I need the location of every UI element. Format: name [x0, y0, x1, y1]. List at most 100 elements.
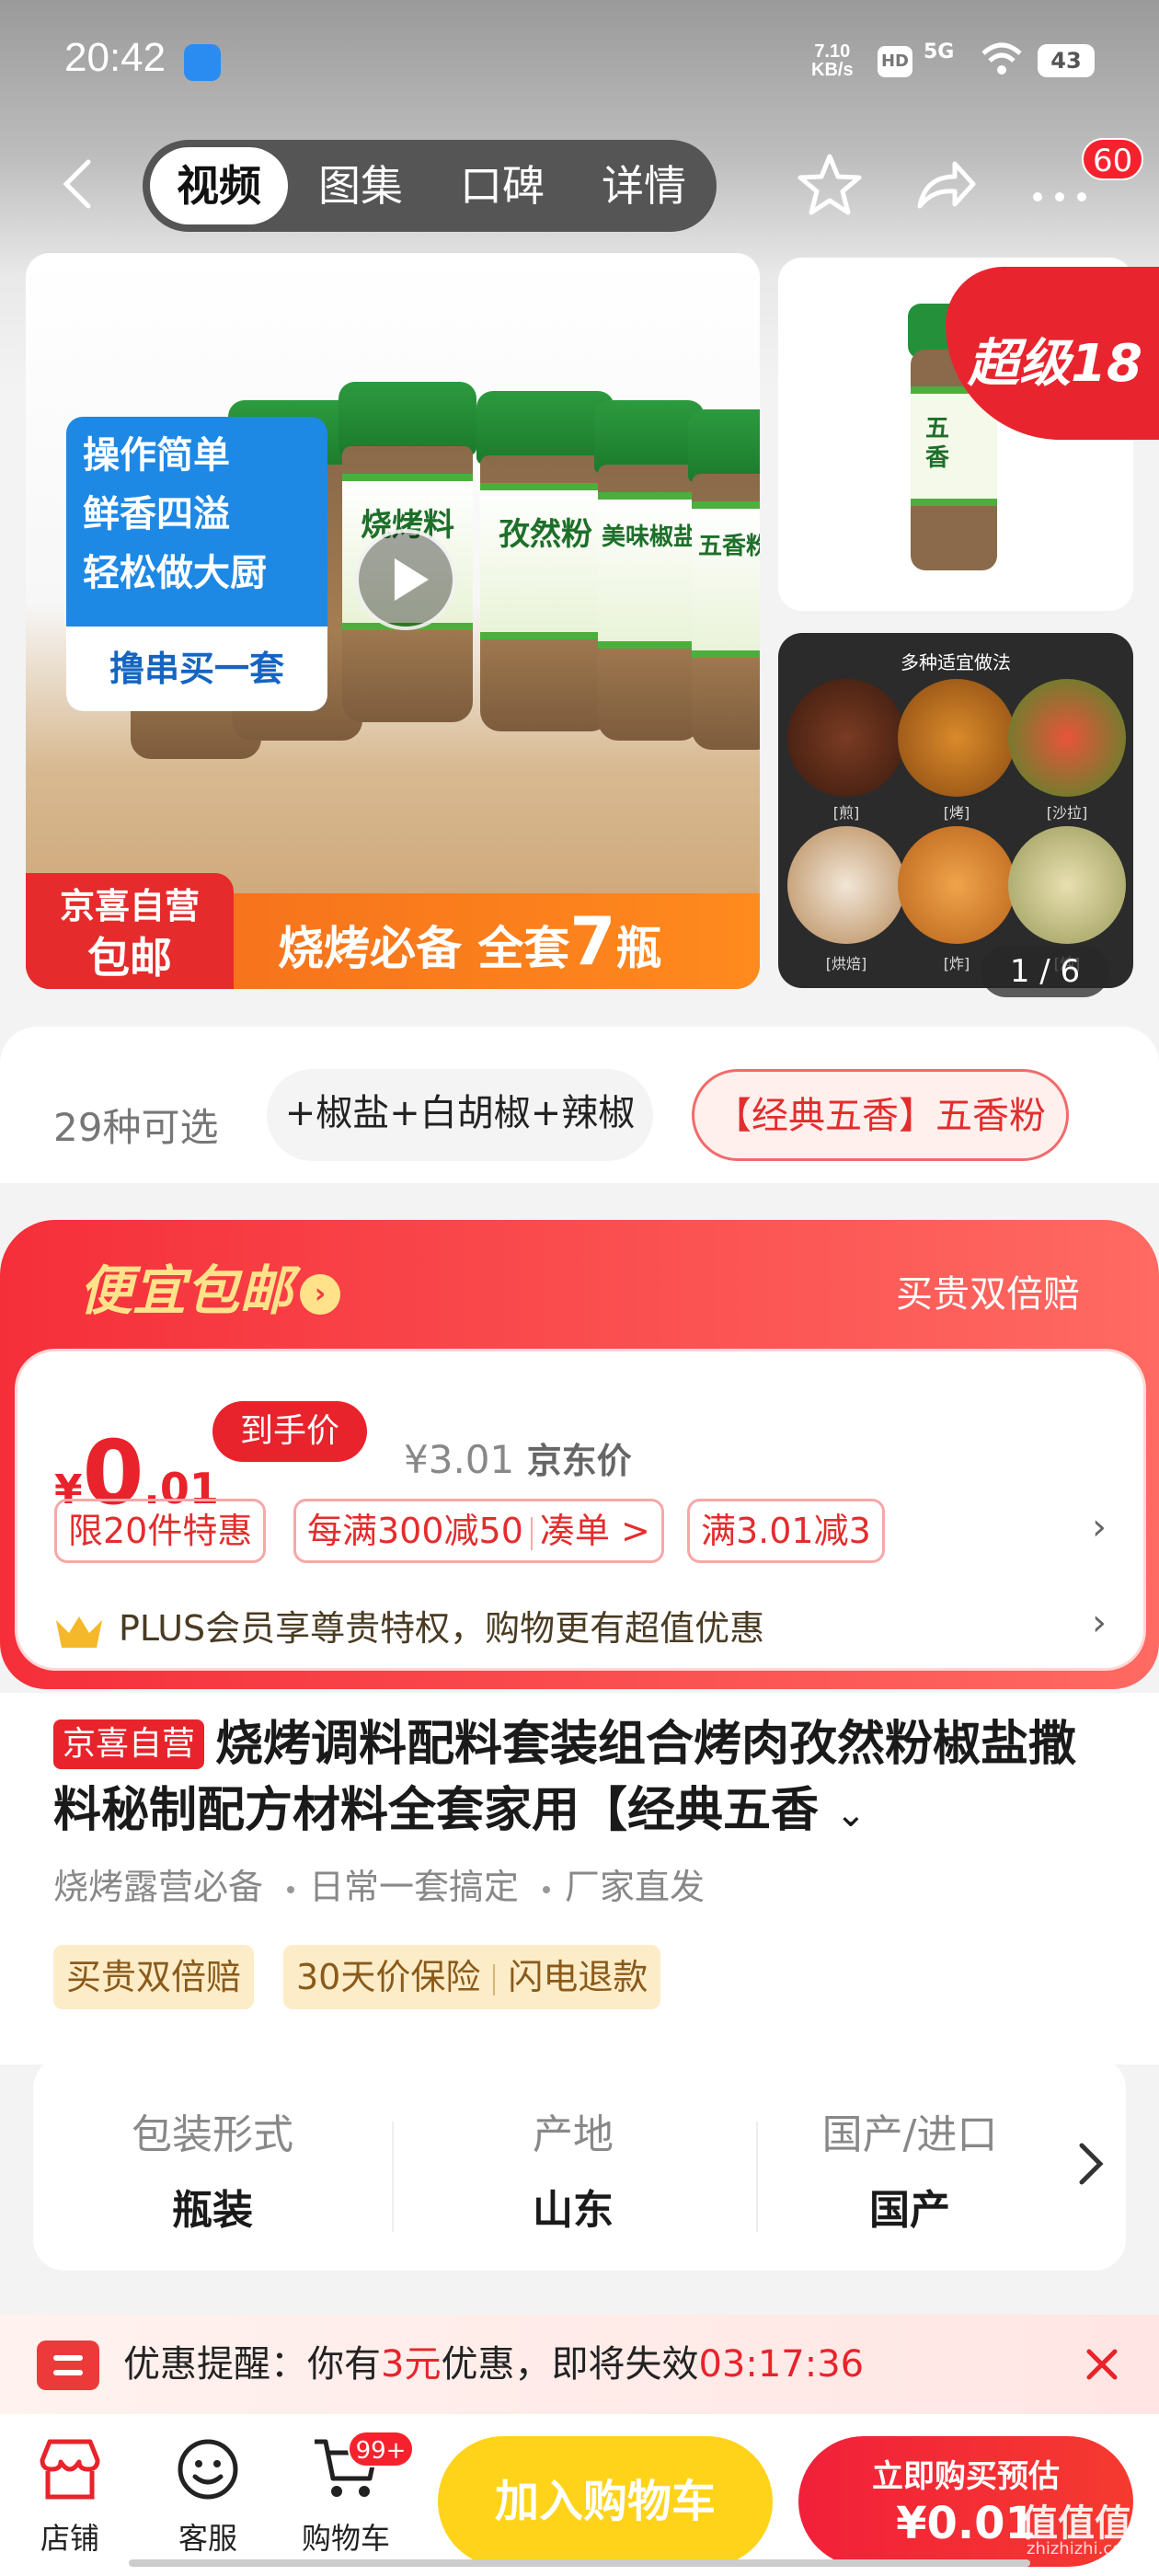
tag-line1: 京喜自营 [59, 886, 200, 926]
customer-service-button[interactable]: 客服 [143, 2432, 272, 2570]
service-tag[interactable]: 买贵双倍赔 [53, 1945, 255, 2009]
jd-price-value: ¥3.01 [404, 1437, 515, 1482]
service-label: 客服 [178, 2521, 237, 2556]
crown-icon [56, 1616, 102, 1648]
spec-key: 国产/进口 [821, 2111, 998, 2158]
dish-image [787, 679, 905, 797]
cart-label: 购物车 [301, 2521, 390, 2556]
product-title-text: 烧烤调料配料套装组合烤肉孜然粉椒盐撒料秘制配方材料全套家用【经典五香 [53, 1717, 1077, 1838]
method-label: [沙拉] [1046, 804, 1088, 822]
promo-tag[interactable]: 限20件特惠 [54, 1499, 267, 1563]
method-label: [煎] [832, 804, 860, 822]
cheap-free-shipping-headline[interactable]: 便宜包邮 › [79, 1248, 341, 1325]
counter-total: 6 [1060, 953, 1081, 990]
tab-video[interactable]: 视频 [150, 147, 288, 224]
dish-image [1008, 826, 1126, 944]
main-product-video[interactable]: 烧烤料 孜然粉 美味椒盐 五香粉 操作简单 鲜香四溢 轻松做大厨 撸串买一套 京… [26, 253, 760, 989]
dish-image [898, 679, 1016, 797]
promo-tag-text: 每满300减50 [307, 1511, 523, 1551]
methods-title: 多种适宜做法 [901, 651, 1011, 673]
spec-value: 国产 [869, 2187, 950, 2234]
add-to-cart-button[interactable]: 加入购物车 [438, 2436, 773, 2567]
reminder-prefix: 优惠提醒：你有 [123, 2343, 381, 2386]
reminder-text: 优惠提醒：你有3元优惠，即将失效03:17:36 [123, 2315, 864, 2414]
promo-tag[interactable]: 满3.01减3 [687, 1499, 885, 1563]
promo-line: 鲜香四溢 [83, 493, 230, 535]
spec-key: 包装形式 [132, 2111, 293, 2158]
store-button[interactable]: 店铺 [6, 2432, 134, 2570]
dish-image [787, 826, 905, 944]
jd-price-label: 京东价 [526, 1441, 632, 1481]
jingxi-tag: 京喜自营 [53, 1719, 205, 1769]
play-icon[interactable] [355, 529, 456, 630]
add-on-link[interactable]: 凑单 > [540, 1511, 650, 1551]
plus-member-row[interactable]: PLUS会员享尊贵特权，购物更有超值优惠 [54, 1600, 764, 1650]
tag-line2: 包邮 [87, 933, 172, 983]
network-speed: 7.10 KB/s [811, 42, 854, 79]
jar-label: 五香 [925, 415, 950, 472]
reminder-amount: 3元 [381, 2343, 442, 2386]
guarantee-text: 买贵双倍赔 [896, 1273, 1080, 1316]
promo-box: 操作简单 鲜香四溢 轻松做大厨 撸串买一套 [66, 417, 327, 711]
cart-badge: 99+ [348, 2431, 414, 2467]
store-label: 店铺 [40, 2521, 99, 2556]
battery-icon: 43 [1038, 44, 1095, 77]
banner-number: 7 [569, 903, 616, 980]
chevron-right-icon[interactable]: › [1092, 1506, 1107, 1548]
network-speed-value: 7.10 [814, 41, 851, 62]
media-tabs: 视频 图集 口碑 详情 [143, 140, 717, 232]
plus-text: PLUS会员享尊贵特权，购物更有超值优惠 [119, 1608, 765, 1649]
bottle: 五香粉 [688, 409, 760, 750]
price-card: ¥0.01 到手价 ¥3.01 京东价 限20件特惠 每满300减50 凑单 > … [15, 1349, 1146, 1671]
chevron-right-icon[interactable]: › [1092, 1602, 1107, 1644]
subtag: 厂家直发 [565, 1867, 706, 1907]
chevron-down-icon[interactable]: ⌄ [835, 1793, 866, 1835]
promo-banner: 京喜自营 包邮 烧烤必备 全套7瓶 [26, 873, 760, 989]
variant-count[interactable]: 29种可选 [53, 1097, 218, 1153]
bottle-label: 孜然粉 [480, 483, 611, 639]
jd-price: ¥3.01 京东价 [404, 1432, 632, 1483]
favorite-star-icon[interactable] [793, 149, 866, 223]
spec-item: 包装形式 瓶装 [33, 2057, 392, 2271]
top-nav: 视频 图集 口碑 详情 60 [0, 129, 1159, 239]
bottle-label: 美味椒盐 [598, 492, 701, 649]
share-icon[interactable] [909, 149, 982, 223]
notification-app-icon [184, 44, 221, 81]
dish-image [1008, 679, 1126, 797]
variant-option-selected[interactable]: 【经典五香】五香粉 [692, 1069, 1069, 1161]
network-speed-unit: KB/s [811, 60, 854, 80]
spec-summary[interactable]: 包装形式 瓶装 产地 山东 国产/进口 国产 [33, 2057, 1126, 2271]
home-indicator[interactable] [129, 2559, 1030, 2567]
tab-gallery[interactable]: 图集 [292, 140, 430, 232]
product-title[interactable]: 京喜自营 烧烤调料配料套装组合烤肉孜然粉椒盐撒料秘制配方材料全套家用【经典五香 ⌄ [53, 1711, 1120, 1847]
tab-details[interactable]: 详情 [575, 140, 713, 232]
gallery-thumb-methods[interactable]: 多种适宜做法 [煎] [烤] [沙拉] [烘焙] [炸] [炖] [778, 633, 1133, 988]
variant-selector: 29种可选 +椒盐+白胡椒+辣椒 【经典五香】五香粉 [0, 1027, 1159, 1183]
customer-service-icon [178, 2439, 238, 2500]
tab-reviews[interactable]: 口碑 [433, 140, 571, 232]
buy-line1: 立即购买预估 [872, 2458, 1060, 2495]
close-icon[interactable] [1076, 2339, 1128, 2390]
coupon-reminder[interactable]: 优惠提醒：你有3元优惠，即将失效03:17:36 [0, 2315, 1159, 2414]
bottom-action-bar: 店铺 客服 购物车 99+ 加入购物车 立即购买预估 ¥0.01 [0, 2414, 1159, 2576]
price-section: 便宜包邮 › 买贵双倍赔 ¥0.01 到手价 ¥3.01 京东价 限20件特惠 每… [0, 1220, 1159, 1689]
hd-icon: HD [878, 46, 912, 77]
dish-image [898, 826, 1016, 944]
subtag: 日常一套搞定 [309, 1867, 520, 1907]
chevron-right-icon: › [300, 1273, 341, 1315]
jingxi-self-operated-tag: 京喜自营 包邮 [26, 873, 234, 989]
promo-tag-combo[interactable]: 每满300减50 凑单 > [293, 1499, 664, 1563]
method-label: [烘焙] [825, 955, 867, 972]
service-tag-combo[interactable]: 30天价保险 闪电退款 [283, 1945, 661, 2009]
store-icon [40, 2439, 100, 2500]
spec-item: 国产/进口 国产 [758, 2057, 1061, 2271]
reminder-countdown: 03:17:36 [698, 2343, 865, 2386]
banner-prefix: 烧烤必备 全套 [278, 922, 570, 975]
variant-option[interactable]: +椒盐+白胡椒+辣椒 [267, 1069, 653, 1161]
chevron-right-icon[interactable] [1073, 2136, 1109, 2191]
signal-icon: 5G [924, 40, 955, 63]
promo-line: 操作简单 [83, 434, 230, 477]
bottle-label: 五香粉 [692, 501, 760, 658]
back-icon[interactable] [59, 156, 96, 212]
banner-suffix: 瓶 [615, 922, 662, 975]
